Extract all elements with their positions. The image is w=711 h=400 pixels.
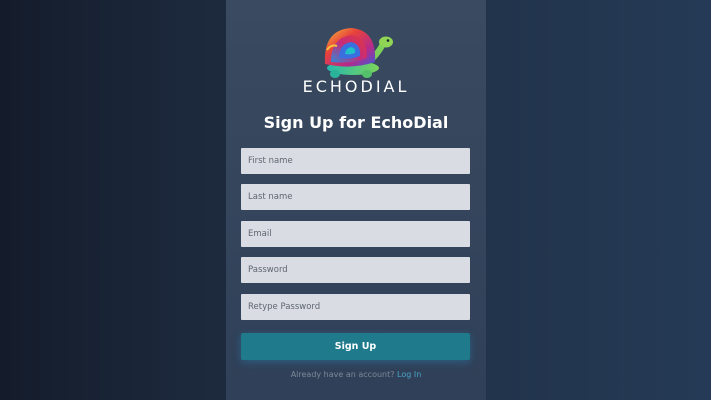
email-field[interactable] [241,221,470,247]
log-in-link[interactable]: Log In [397,370,421,379]
last-name-field[interactable] [241,184,470,210]
login-prompt: Already have an account? Log In [226,370,486,379]
signup-panel: ECHODIAL Sign Up for EchoDial Sign Up Al… [226,0,486,400]
page-title: Sign Up for EchoDial [263,113,449,132]
password-field[interactable] [241,257,470,283]
first-name-field[interactable] [241,148,470,174]
brand-wordmark: ECHODIAL [302,77,410,96]
retype-password-field[interactable] [241,294,470,320]
sign-up-button[interactable]: Sign Up [241,333,470,360]
login-prompt-text: Already have an account? [290,370,395,379]
